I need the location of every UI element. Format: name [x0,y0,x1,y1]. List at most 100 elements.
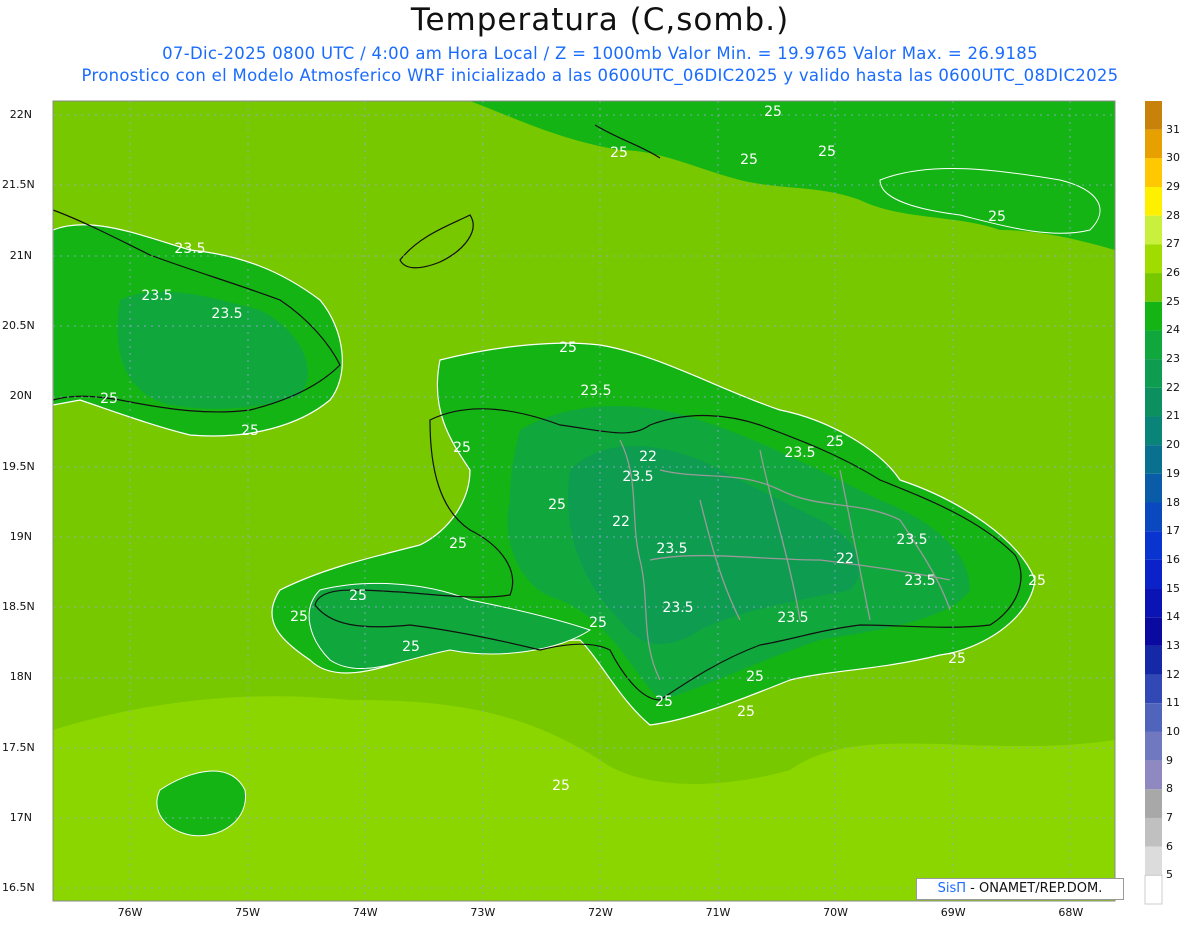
color-scale-swatch [1145,244,1162,274]
contour-label: 23.5 [896,532,927,548]
color-scale-label: 25 [1166,294,1180,308]
color-scale-label: 7 [1166,810,1173,824]
color-scale-label: 27 [1166,237,1180,251]
contour-label: 25 [746,669,764,685]
longitude-label: 72W [587,906,613,919]
credit-brand: SisΠ [937,881,967,896]
credit-box: SisΠ - ONAMET/REP.DOM. [916,878,1124,900]
color-scale-swatch [1145,703,1162,732]
temperature-map: 25 25 25 25 25 23.5 23.5 23.5 25 25 25 23.5 25 25 22 23… [52,100,1163,905]
color-scale-label: 10 [1166,724,1180,738]
color-scale-swatch [1145,760,1162,790]
color-scale-swatch [1145,129,1162,159]
color-scale-bar [1144,101,1163,905]
contour-label: 25 [402,639,420,655]
color-scale-swatch [1145,387,1162,417]
contour-label: 22 [836,551,854,567]
contour-label: 22 [639,449,657,465]
contour-label: 25 [241,423,259,439]
contour-label: 25 [552,778,570,794]
color-scale-swatch [1145,674,1162,704]
longitude-label: 75W [235,906,261,919]
color-scale-label: 31 [1166,122,1180,136]
color-scale-swatch [1145,846,1162,876]
contour-label: 23.5 [174,241,205,257]
color-scale-label: 23 [1166,352,1180,366]
contour-label: 25 [610,145,628,161]
latitude-label: 21N [9,248,32,262]
contour-label: 23.5 [211,306,242,322]
color-scale-swatch [1145,559,1162,589]
contour-label: 23.5 [904,573,935,589]
contour-label: 25 [449,536,467,552]
contour-label: 25 [948,651,966,667]
color-scale-label: 18 [1166,495,1180,509]
contour-label: 25 [453,440,471,456]
longitude-label: 73W [470,906,496,919]
contour-label: 25 [1028,573,1046,589]
latitude-label: 19.5N [2,459,35,473]
contour-label: 25 [548,497,566,513]
color-scale-label: 21 [1166,409,1180,423]
contour-label: 25 [764,104,782,120]
color-scale-swatch [1145,330,1162,360]
contour-label: 25 [589,615,607,631]
color-scale-swatch [1145,588,1162,618]
contour-label: 22 [612,514,630,530]
color-scale-label: 28 [1166,208,1180,222]
color-scale-label: 15 [1166,581,1180,595]
longitude-label: 70W [823,906,849,919]
color-scale-label: 24 [1166,323,1180,337]
color-scale-swatch [1144,874,1163,905]
latitude-label: 18N [9,670,32,684]
color-scale-swatch [1145,215,1162,245]
longitude-label: 71W [705,906,731,919]
contour-label: 23.5 [784,445,815,461]
color-scale-label: 22 [1166,380,1180,394]
longitude-label: 76W [117,906,143,919]
color-scale-swatch [1145,101,1162,130]
color-scale-label: 5 [1166,868,1173,882]
latitude-label: 18.5N [2,600,35,614]
longitude-label: 69W [940,906,966,919]
color-scale-label: 19 [1166,466,1180,480]
color-scale-label: 12 [1166,667,1180,681]
latitude-label: 20.5N [2,318,35,332]
contour-label: 23.5 [580,383,611,399]
longitude-label: 74W [352,906,378,919]
contour-label: 23.5 [622,469,653,485]
contour-label: 25 [988,209,1006,225]
color-scale-swatch [1145,445,1162,474]
color-scale-label: 26 [1166,266,1180,280]
color-scale-label: 30 [1166,151,1180,165]
color-scale-swatch [1145,817,1162,847]
latitude-label: 19N [9,529,32,543]
color-scale-label: 29 [1166,180,1180,194]
contour-label: 25 [349,588,367,604]
color-scale-label: 14 [1166,610,1180,624]
latitude-label: 20N [9,389,32,403]
color-scale-swatch [1145,502,1162,532]
longitude-label: 68W [1058,906,1084,919]
contour-label: 23.5 [656,541,687,557]
contour-label: 25 [290,609,308,625]
contour-label: 25 [100,391,118,407]
latitude-label: 22N [9,108,32,121]
latitude-label: 16.5N [2,881,35,895]
color-scale-swatch [1145,273,1162,302]
contour-label: 25 [737,704,755,720]
color-scale-swatch [1145,531,1162,560]
credit-text: - ONAMET/REP.DOM. [966,881,1103,896]
color-scale-swatch [1145,301,1162,331]
latitude-label: 21.5N [2,178,35,192]
contour-label: 23.5 [141,288,172,304]
contour-label: 23.5 [662,600,693,616]
color-scale-label: 13 [1166,638,1180,652]
color-scale-label: 17 [1166,524,1180,538]
color-scale-swatch [1145,645,1162,675]
contour-label: 25 [818,144,836,160]
color-scale-label: 20 [1166,438,1180,452]
color-scale-swatch [1145,473,1162,503]
contour-label: 25 [740,152,758,168]
color-scale-swatch [1145,187,1162,216]
